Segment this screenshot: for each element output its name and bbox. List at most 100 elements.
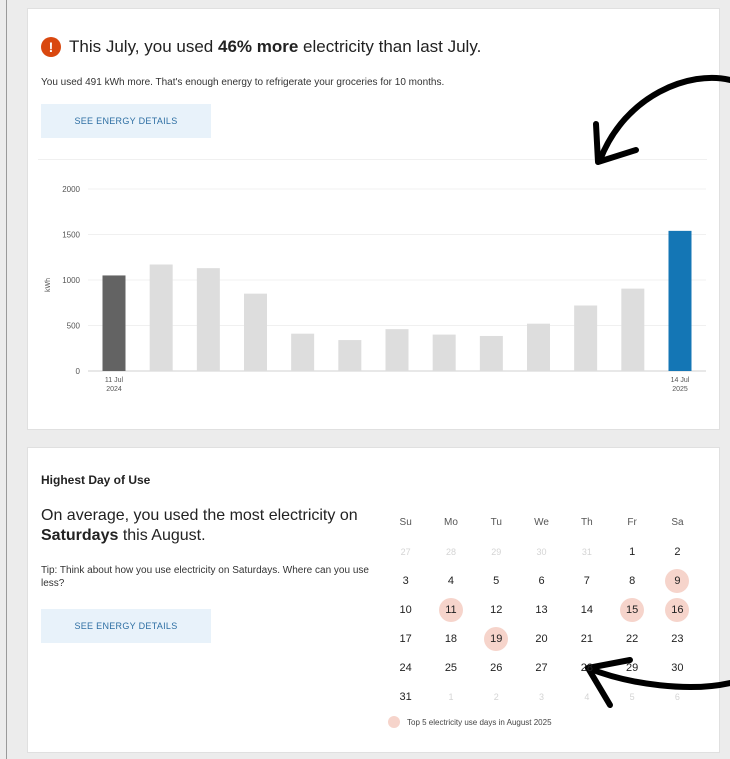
calendar-day-number: 4 [584,691,590,702]
calendar-day-highlighted: 15 [609,595,654,624]
calendar-day: 22 [609,624,654,653]
calendar-day: 10 [383,595,428,624]
x-tick-label: 2024 [106,386,122,393]
calendar-legend: Top 5 electricity use days in August 202… [388,716,552,728]
calendar-day: 20 [519,624,564,653]
calendar-day: 2 [474,682,519,711]
weekday-label: Tu [490,517,502,528]
calendar-day: 1 [428,682,473,711]
calendar-day-number: 20 [535,632,548,645]
calendar-day-number: 22 [626,632,639,645]
y-tick-label: 2000 [62,185,80,194]
calendar-day: 4 [564,682,609,711]
usage-bar [668,230,692,371]
calendar-day: 7 [564,566,609,595]
weekday-label: Su [399,517,412,528]
calendar-week-row: 10 11 12 13 14 15 16 [383,595,700,624]
see-energy-details-button[interactable]: SEE ENERGY DETAILS [41,609,211,643]
highest-day-summary: On average, you used the most electricit… [41,506,361,546]
usage-bar [196,268,220,371]
summary-prefix: On average, you used the most electricit… [41,507,358,524]
calendar-day-number: 27 [535,661,548,674]
alert-headline-row: ! This July, you used 46% more electrici… [41,37,481,57]
usage-bar [432,334,456,371]
calendar-day-highlighted: 16 [655,595,700,624]
calendar-week-row: 27 28 29 30 31 1 2 [383,537,700,566]
calendar-day-number: 5 [629,691,635,702]
usage-bar [574,305,598,371]
summary-bold: Saturdays [41,527,119,544]
weekday-label: Th [581,517,593,528]
calendar-day: 29 [609,653,654,682]
calendar-day-number: 23 [671,632,684,645]
usage-bar [291,333,315,371]
calendar-week-row: 31 1 2 3 4 5 6 [383,682,700,711]
usage-subtext: You used 491 kWh more. That's enough ene… [41,77,445,88]
calendar-day-number: 19 [490,632,503,645]
calendar-week-row: 3 4 5 6 7 8 9 [383,566,700,595]
usage-headline: This July, you used 46% more electricity… [69,37,481,57]
calendar-day-highlighted: 11 [428,595,473,624]
calendar-day: 3 [383,566,428,595]
calendar-day: 5 [474,566,519,595]
calendar-day-number: 9 [674,574,681,587]
calendar-day: 5 [609,682,654,711]
calendar-day-number: 24 [399,661,412,674]
calendar-day: 30 [655,653,700,682]
calendar-day-number: 27 [400,546,411,557]
calendar-day-number: 25 [444,661,458,674]
calendar-day-number: 17 [399,632,412,645]
calendar-day-number: 10 [399,603,412,616]
calendar-day-number: 3 [539,691,545,702]
calendar-day: 1 [609,537,654,566]
calendar-day-number: 5 [493,574,500,587]
calendar-day-number: 28 [580,661,593,674]
calendar-week-row: 17 18 19 20 21 22 23 [383,624,700,653]
calendar-day: 21 [564,624,609,653]
exclamation-icon: ! [41,37,61,57]
calendar-day-number: 8 [629,574,636,587]
calendar-day-number: 30 [536,546,547,557]
calendar-day: 8 [609,566,654,595]
x-tick-label: 11 Jul [105,377,124,384]
calendar-day: 13 [519,595,564,624]
august-calendar: Su Mo Tu We Th Fr Sa 27 28 29 30 31 1 2 3 4 5 6 7 8 9 10 11 12 1… [383,508,700,711]
calendar-day-number: 11 [445,603,457,616]
see-energy-details-button[interactable]: SEE ENERGY DETAILS [41,104,211,138]
calendar-day-highlighted: 19 [474,624,519,653]
calendar-day: 31 [564,537,609,566]
headline-bold: 46% more [217,37,299,56]
calendar-day: 30 [519,537,564,566]
calendar-day-number: 3 [402,574,409,587]
y-tick-label: 1500 [62,231,80,240]
calendar-day: 27 [383,537,428,566]
y-axis-label: kWh [45,278,52,292]
x-tick-label: 2025 [672,386,688,393]
legend-text: Top 5 electricity use days in August 202… [407,717,552,727]
usage-comparison-card: ! This July, you used 46% more electrici… [27,8,720,430]
weekday-label: Mo [443,517,458,528]
calendar-day-number: 7 [583,574,590,587]
divider [38,159,707,160]
legend-swatch [388,716,400,728]
usage-bar [149,264,173,371]
calendar-day-number: 1 [629,545,636,558]
monthly-usage-bar-chart: 0 500 1000 1500 2000 kWh 11 Jul 2024 14 Jul 2025 [45,185,706,393]
calendar-day: 24 [383,653,428,682]
calendar-day-number: 26 [490,661,503,674]
calendar-day: 6 [655,682,700,711]
highest-day-card: Highest Day of Use On average, you used … [27,447,720,753]
weekday-label: Sa [671,517,684,528]
calendar-day-number: 29 [491,546,502,557]
calendar-day-number: 13 [535,603,548,616]
calendar-day: 31 [383,682,428,711]
weekday-header-row: Su Mo Tu We Th Fr Sa [383,508,700,537]
calendar-day-number: 6 [674,691,680,702]
usage-bar [338,340,362,371]
usage-bar [479,335,503,371]
y-tick-label: 0 [76,367,81,376]
weekday-label: Fr [627,517,637,528]
calendar-day-number: 30 [671,661,684,674]
weekday-label: We [534,517,549,528]
calendar-day-number: 29 [626,661,639,674]
